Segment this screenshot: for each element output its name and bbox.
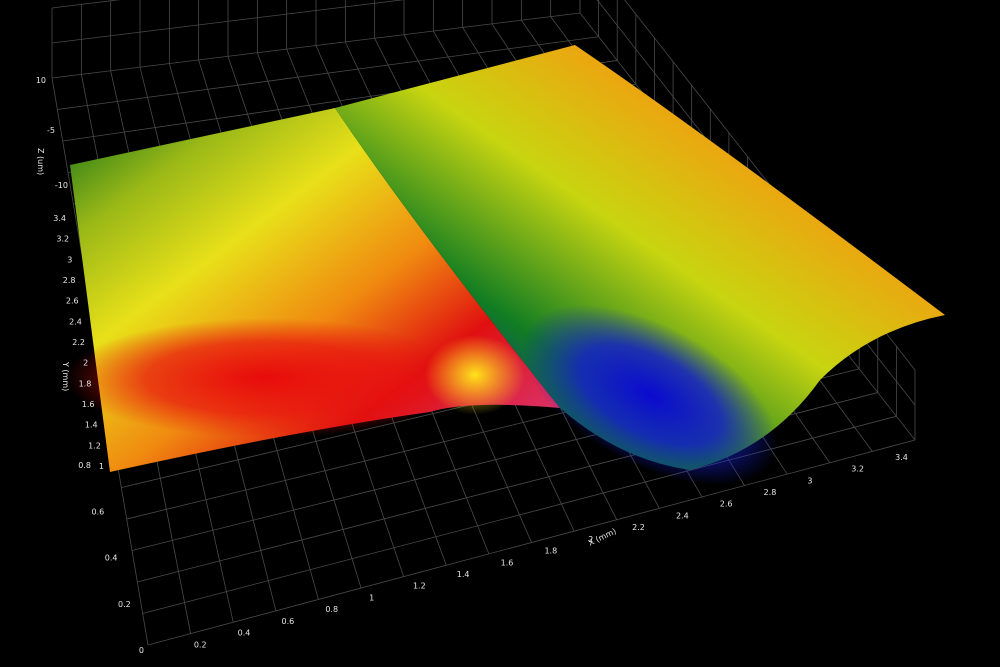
y-tick-label: 1	[99, 462, 104, 471]
x-tick-label: 3	[807, 476, 812, 485]
x-tick-label: 2.4	[676, 511, 689, 520]
x-axis-title: X (mm)	[587, 527, 618, 548]
y-axis-title: Y (mm)	[61, 361, 70, 391]
y-tick-label: 3.2	[56, 235, 69, 244]
y-tick-label: 0.6	[92, 507, 105, 516]
surface-plot: 0.2 0.4 0.6 0.8 1 1.2 1.4 1.6 1.8 2 2.2 2.4 2.6 2.8 3 3…	[36, 0, 945, 655]
z-tick-label: 10	[36, 76, 46, 85]
y-tick-label: 2.6	[66, 297, 79, 306]
z-tick-label: -5	[47, 126, 55, 135]
x-tick-label: 1.6	[501, 558, 514, 567]
x-tick-label: 2.8	[764, 488, 777, 497]
x-tick-label: 0.6	[281, 617, 294, 626]
x-tick-label: 1.4	[457, 570, 470, 579]
y-tick-label: 2.4	[69, 317, 82, 326]
z-tick-label: -10	[55, 181, 68, 190]
x-tick-label: 0.4	[238, 629, 251, 638]
x-tick-label: 2.2	[632, 523, 645, 532]
x-tick-label: 3.4	[895, 453, 908, 462]
x-tick-label: 1.2	[413, 582, 426, 591]
surface-red-band	[65, 318, 465, 438]
y-tick-label: 0	[139, 646, 144, 655]
floor-grid-line	[147, 439, 916, 646]
y-tick-label: 3.4	[53, 214, 66, 223]
y-tick-label: 0.2	[118, 600, 131, 609]
y-tick-label: 1.4	[85, 421, 98, 430]
x-tick-label: 0.8	[325, 605, 338, 614]
x-tick-label: 3.2	[851, 465, 864, 474]
y-tick-label: 0.4	[105, 554, 118, 563]
y-tick-label: 2.2	[72, 338, 85, 347]
y-tick-label: 1.8	[79, 379, 92, 388]
x-tick-label: 2.6	[720, 500, 733, 509]
y-tick-label: 1.6	[82, 400, 95, 409]
z-axis-title: Z (um)	[36, 148, 45, 175]
x-tick-label: 0.2	[194, 640, 207, 649]
y-tick-label: 0.8	[78, 461, 91, 470]
x-tick-label: 1	[369, 593, 374, 602]
y-tick-label: 2	[83, 359, 88, 368]
x-tick-label: 1.8	[544, 547, 557, 556]
floor-grid-line	[142, 415, 897, 614]
surface-trough-highlight	[425, 335, 525, 415]
y-tick-label: 3	[67, 255, 72, 264]
y-tick-label: 1.2	[88, 441, 101, 450]
y-tick-label: 2.8	[63, 276, 76, 285]
